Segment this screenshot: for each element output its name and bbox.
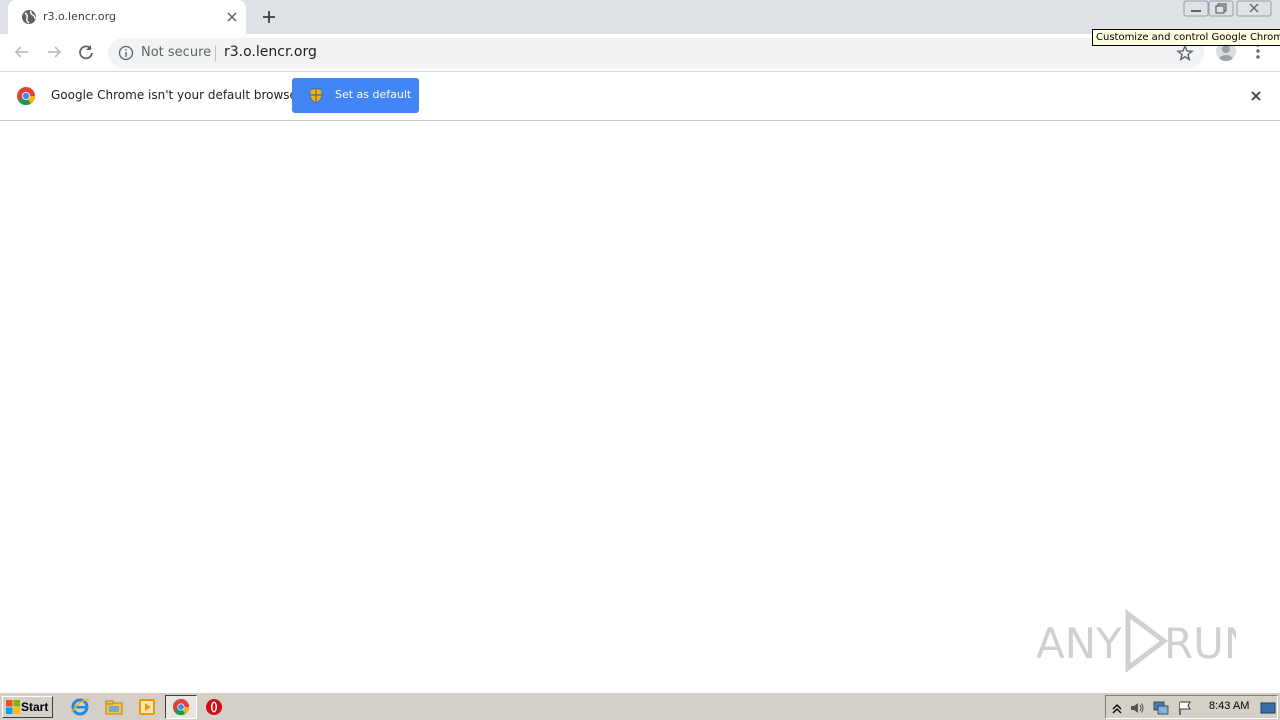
opera-icon[interactable] [204,697,224,717]
set-as-default-label: Set as default [335,88,412,101]
info-icon[interactable] [118,45,134,61]
system-tray [1105,695,1278,719]
globe-icon [22,10,36,24]
close-infobar-icon[interactable] [1248,88,1264,104]
show-desktop-icon[interactable] [1260,700,1276,716]
restore-icon[interactable] [1208,0,1234,17]
show-hidden-icons-icon[interactable] [1109,700,1125,716]
start-button[interactable]: Start [2,696,53,718]
chrome-icon [172,698,190,716]
volume-icon[interactable] [1129,700,1145,716]
media-player-icon[interactable] [137,697,157,717]
tab-strip: r3.o.lencr.org [0,0,1280,34]
set-as-default-button[interactable]: Set as default [292,78,419,113]
network-icon[interactable] [1153,700,1169,716]
action-center-flag-icon[interactable] [1177,700,1193,716]
windows-flag-icon [6,700,20,714]
address-bar[interactable]: Not secure r3.o.lencr.org [108,38,1204,68]
omnibox-divider [215,45,216,61]
tab-title: r3.o.lencr.org [43,10,116,23]
start-label: Start [21,700,49,714]
internet-explorer-icon[interactable] [70,697,90,717]
reload-icon[interactable] [76,42,96,62]
new-tab-icon[interactable] [261,9,277,25]
url-text[interactable]: r3.o.lencr.org [224,44,317,60]
anyrun-watermark-logo: ANY RUN [1036,609,1236,673]
browser-tab[interactable]: r3.o.lencr.org [8,0,246,34]
browser-toolbar: Not secure r3.o.lencr.org [0,34,1280,72]
windows-taskbar: Start 8:43 AM [0,692,1280,720]
default-browser-infobar: Google Chrome isn't your default browser… [0,72,1280,121]
chrome-taskbar-button[interactable] [165,695,197,719]
minimize-icon[interactable] [1183,0,1209,17]
menu-tooltip: Customize and control Google Chrome [1092,29,1280,46]
chrome-logo-icon [17,87,36,106]
close-tab-icon[interactable] [224,9,240,25]
forward-arrow-icon[interactable] [44,42,64,62]
back-arrow-icon[interactable] [12,42,32,62]
window-close-icon[interactable] [1236,0,1272,17]
security-label[interactable]: Not secure [141,45,211,60]
uac-shield-icon [309,87,323,104]
taskbar-clock[interactable]: 8:43 AM [1209,700,1249,712]
bookmark-star-icon[interactable] [1176,44,1194,62]
svg-text:ANY: ANY [1036,619,1122,668]
file-explorer-icon[interactable] [104,697,124,717]
infobar-message: Google Chrome isn't your default browser [51,88,302,102]
svg-text:RUN: RUN [1164,619,1236,668]
